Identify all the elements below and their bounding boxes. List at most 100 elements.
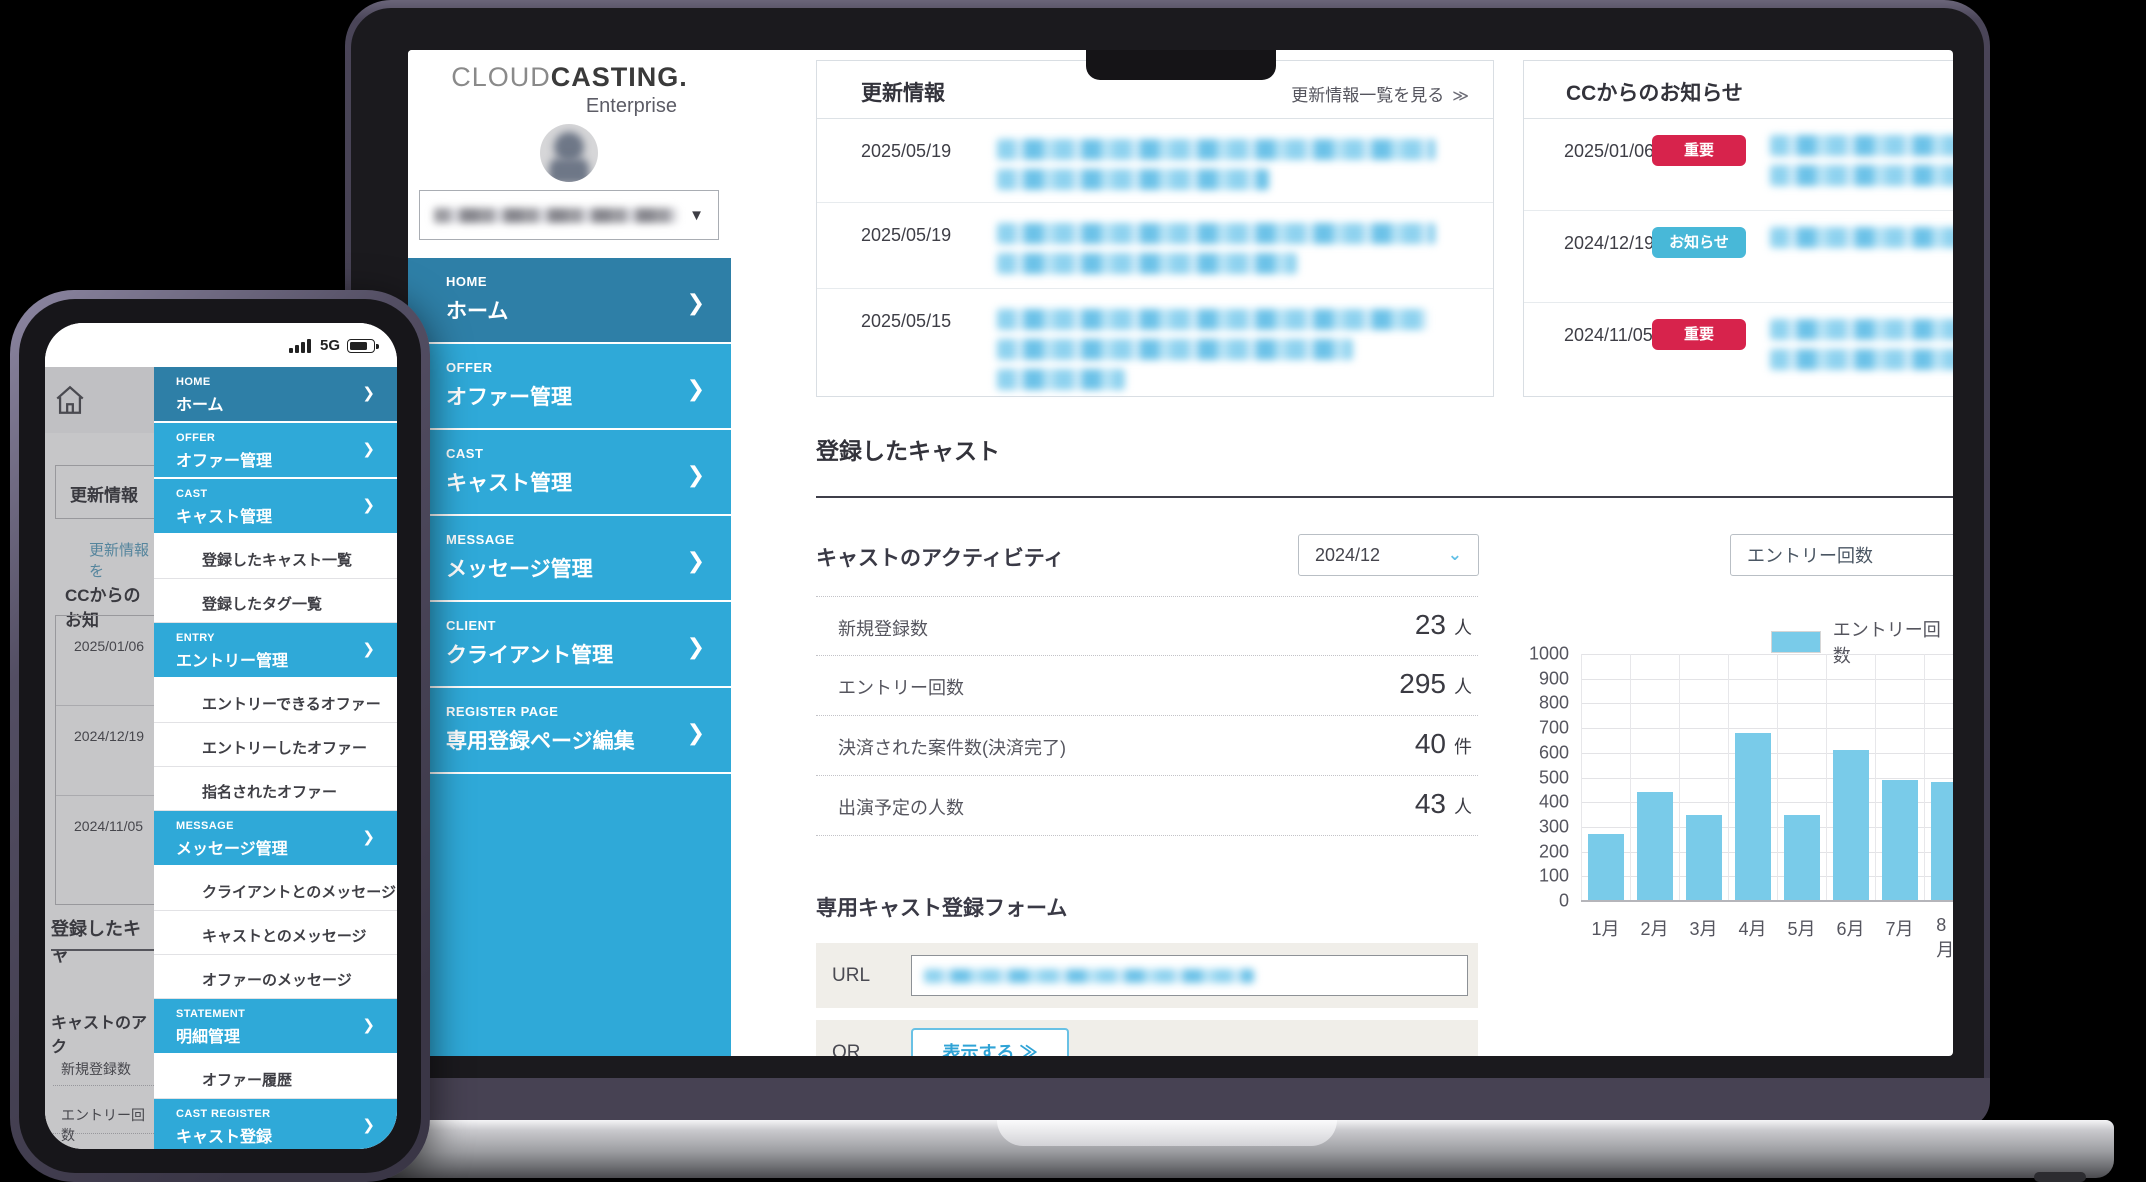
y-axis-label: 100 [1539,866,1569,887]
updates-see-all-link[interactable]: 更新情報一覧を見る≫ [1291,81,1469,106]
stat-value: 40件 [1415,728,1472,760]
phone-menu-entry[interactable]: ENTRYエントリー管理❯ [154,623,397,677]
x-axis-label: 3月 [1689,915,1717,941]
phone-mockup: 5G 更新情報 更新情報を CCからのお知 [10,290,430,1182]
redacted-line [997,339,1353,360]
phone-menu-home[interactable]: HOMEホーム❯ [154,367,397,421]
phone-menu-link[interactable]: 登録したタグ一覧 [154,579,397,623]
chart-vgridline [1777,654,1778,901]
chart-bar [1882,780,1918,901]
sidebar-item-home[interactable]: HOMEホーム❯ [408,258,731,342]
phone-menu-link[interactable]: キャストとのメッセージ [154,911,397,955]
double-chevron-icon: ≫ [1452,88,1469,105]
notice-link-redacted[interactable] [1770,319,1953,379]
chevron-right-icon: ❯ [362,384,375,402]
phone-notice-date: 2024/11/05 [74,818,143,834]
sidebar-item-register-page[interactable]: REGISTER PAGE専用登録ページ編集❯ [408,688,731,772]
y-axis-label: 300 [1539,816,1569,837]
chart-gridline [1581,703,1953,704]
phone-menu-cast-register[interactable]: CAST REGISTERキャスト登録❯ [154,1099,397,1149]
chart-vgridline [1875,654,1876,901]
x-axis-label: 7月 [1885,915,1913,941]
y-axis-label: 200 [1539,841,1569,862]
sidebar-filler [408,774,731,1056]
notice-row: 2025/01/06重要 [1524,119,1953,211]
redacted-line [997,223,1435,244]
phone-screen: 5G 更新情報 更新情報を CCからのお知 [45,323,397,1149]
redacted-line [997,169,1269,190]
chart-vgridline [1728,654,1729,901]
chevron-right-icon: ❯ [687,290,705,316]
phone-menu-link[interactable]: 登録したキャスト一覧 [154,535,397,579]
activity-stats: 新規登録数23人エントリー回数295人決済された案件数(決済完了)40件出演予定… [816,596,1478,836]
update-row: 2025/05/19 [817,119,1493,203]
y-axis-label: 500 [1539,767,1569,788]
laptop-thumb-scoop [997,1120,1337,1146]
phone-menu-offer[interactable]: OFFERオファー管理❯ [154,423,397,477]
phone-notice-date: 2024/12/19 [74,728,144,744]
stat-row: エントリー回数295人 [816,656,1478,716]
y-axis-label: 800 [1539,693,1569,714]
notice-link-redacted[interactable] [1770,227,1953,257]
chart-gridline [1581,654,1953,655]
phone-menu-link[interactable]: 指名されたオファー [154,767,397,811]
chevron-right-icon: ❯ [687,462,705,488]
chart-vgridline [1924,654,1925,901]
sidebar-item-client[interactable]: CLIENTクライアント管理❯ [408,602,731,686]
phone-notice-row: 2025/01/06 [56,616,154,706]
period-dropdown[interactable]: 2024/12 ⌄ [1298,534,1479,576]
phone-menu-statement[interactable]: STATEMENT明細管理❯ [154,999,397,1053]
chart-vgridline [1581,654,1582,901]
sidebar-item-cast[interactable]: CASTキャスト管理❯ [408,430,731,514]
qr-show-button[interactable]: 表示する ≫ [911,1028,1069,1056]
home-icon[interactable] [53,383,87,417]
stat-value: 295人 [1399,668,1472,700]
chevron-right-icon: ❯ [687,720,705,746]
update-link-redacted[interactable] [997,309,1427,399]
notice-date: 2024/11/05 [1564,325,1653,346]
phone-menu-link[interactable]: エントリーしたオファー [154,723,397,767]
app-logo: CLOUDCASTING. Enterprise [428,62,711,118]
chevron-right-icon: ❯ [687,548,705,574]
update-link-redacted[interactable] [997,223,1435,283]
phone-menu-link[interactable]: オファー履歴 [154,1055,397,1099]
caret-down-icon: ▼ [689,207,704,224]
y-axis-label: 600 [1539,742,1569,763]
chart-gridline [1581,679,1953,680]
chevron-right-icon: ❯ [687,376,705,402]
notices-title: CCからのお知らせ [1566,77,1743,107]
y-axis-label: 400 [1539,792,1569,813]
redacted-line [1770,319,1953,340]
url-label: URL [832,965,870,987]
phone-cast-rule [51,949,154,951]
phone-menu-link[interactable]: オファーのメッセージ [154,955,397,999]
phone-updates-link[interactable]: 更新情報を [89,539,154,581]
y-axis-label: 1000 [1529,644,1569,665]
y-axis-label: 700 [1539,718,1569,739]
phone-menu-link[interactable]: エントリーできるオファー [154,679,397,723]
logo-cloud: CLOUD [451,62,551,92]
chart-metric-dropdown[interactable]: エントリー回数 [1730,534,1953,576]
phone-menu-message[interactable]: MESSAGEメッセージ管理❯ [154,811,397,865]
chart-bar [1784,815,1820,901]
badge-notice: お知らせ [1652,227,1746,258]
sidebar-item-message[interactable]: MESSAGEメッセージ管理❯ [408,516,731,600]
phone-menu-link[interactable]: クライアントとのメッセージ [154,867,397,911]
laptop-foot [2034,1172,2086,1182]
phone-updates-title: 更新情報 [70,481,154,506]
qr-row: QR 表示する ≫ [816,1020,1478,1056]
entry-count-bar-chart: 010020030040050060070080090010001月2月3月4月… [1581,654,1953,901]
phone-menu-cast[interactable]: CASTキャスト管理❯ [154,479,397,533]
url-input[interactable] [911,955,1468,996]
x-axis-label: 1月 [1591,915,1619,941]
laptop-mockup: CLOUDCASTING. Enterprise ▼ HOMEホーム❯OFFER… [345,0,1990,1082]
chevron-right-icon: ❯ [362,1116,375,1134]
sidebar-item-offer[interactable]: OFFERオファー管理❯ [408,344,731,428]
update-link-redacted[interactable] [997,139,1435,199]
y-axis-label: 0 [1559,891,1569,912]
x-axis-label: 8月 [1936,915,1953,962]
notice-link-redacted[interactable] [1770,135,1953,195]
x-axis-label: 4月 [1738,915,1766,941]
activity-title: キャストのアクティビティ [816,542,1064,572]
account-dropdown[interactable]: ▼ [419,190,719,240]
